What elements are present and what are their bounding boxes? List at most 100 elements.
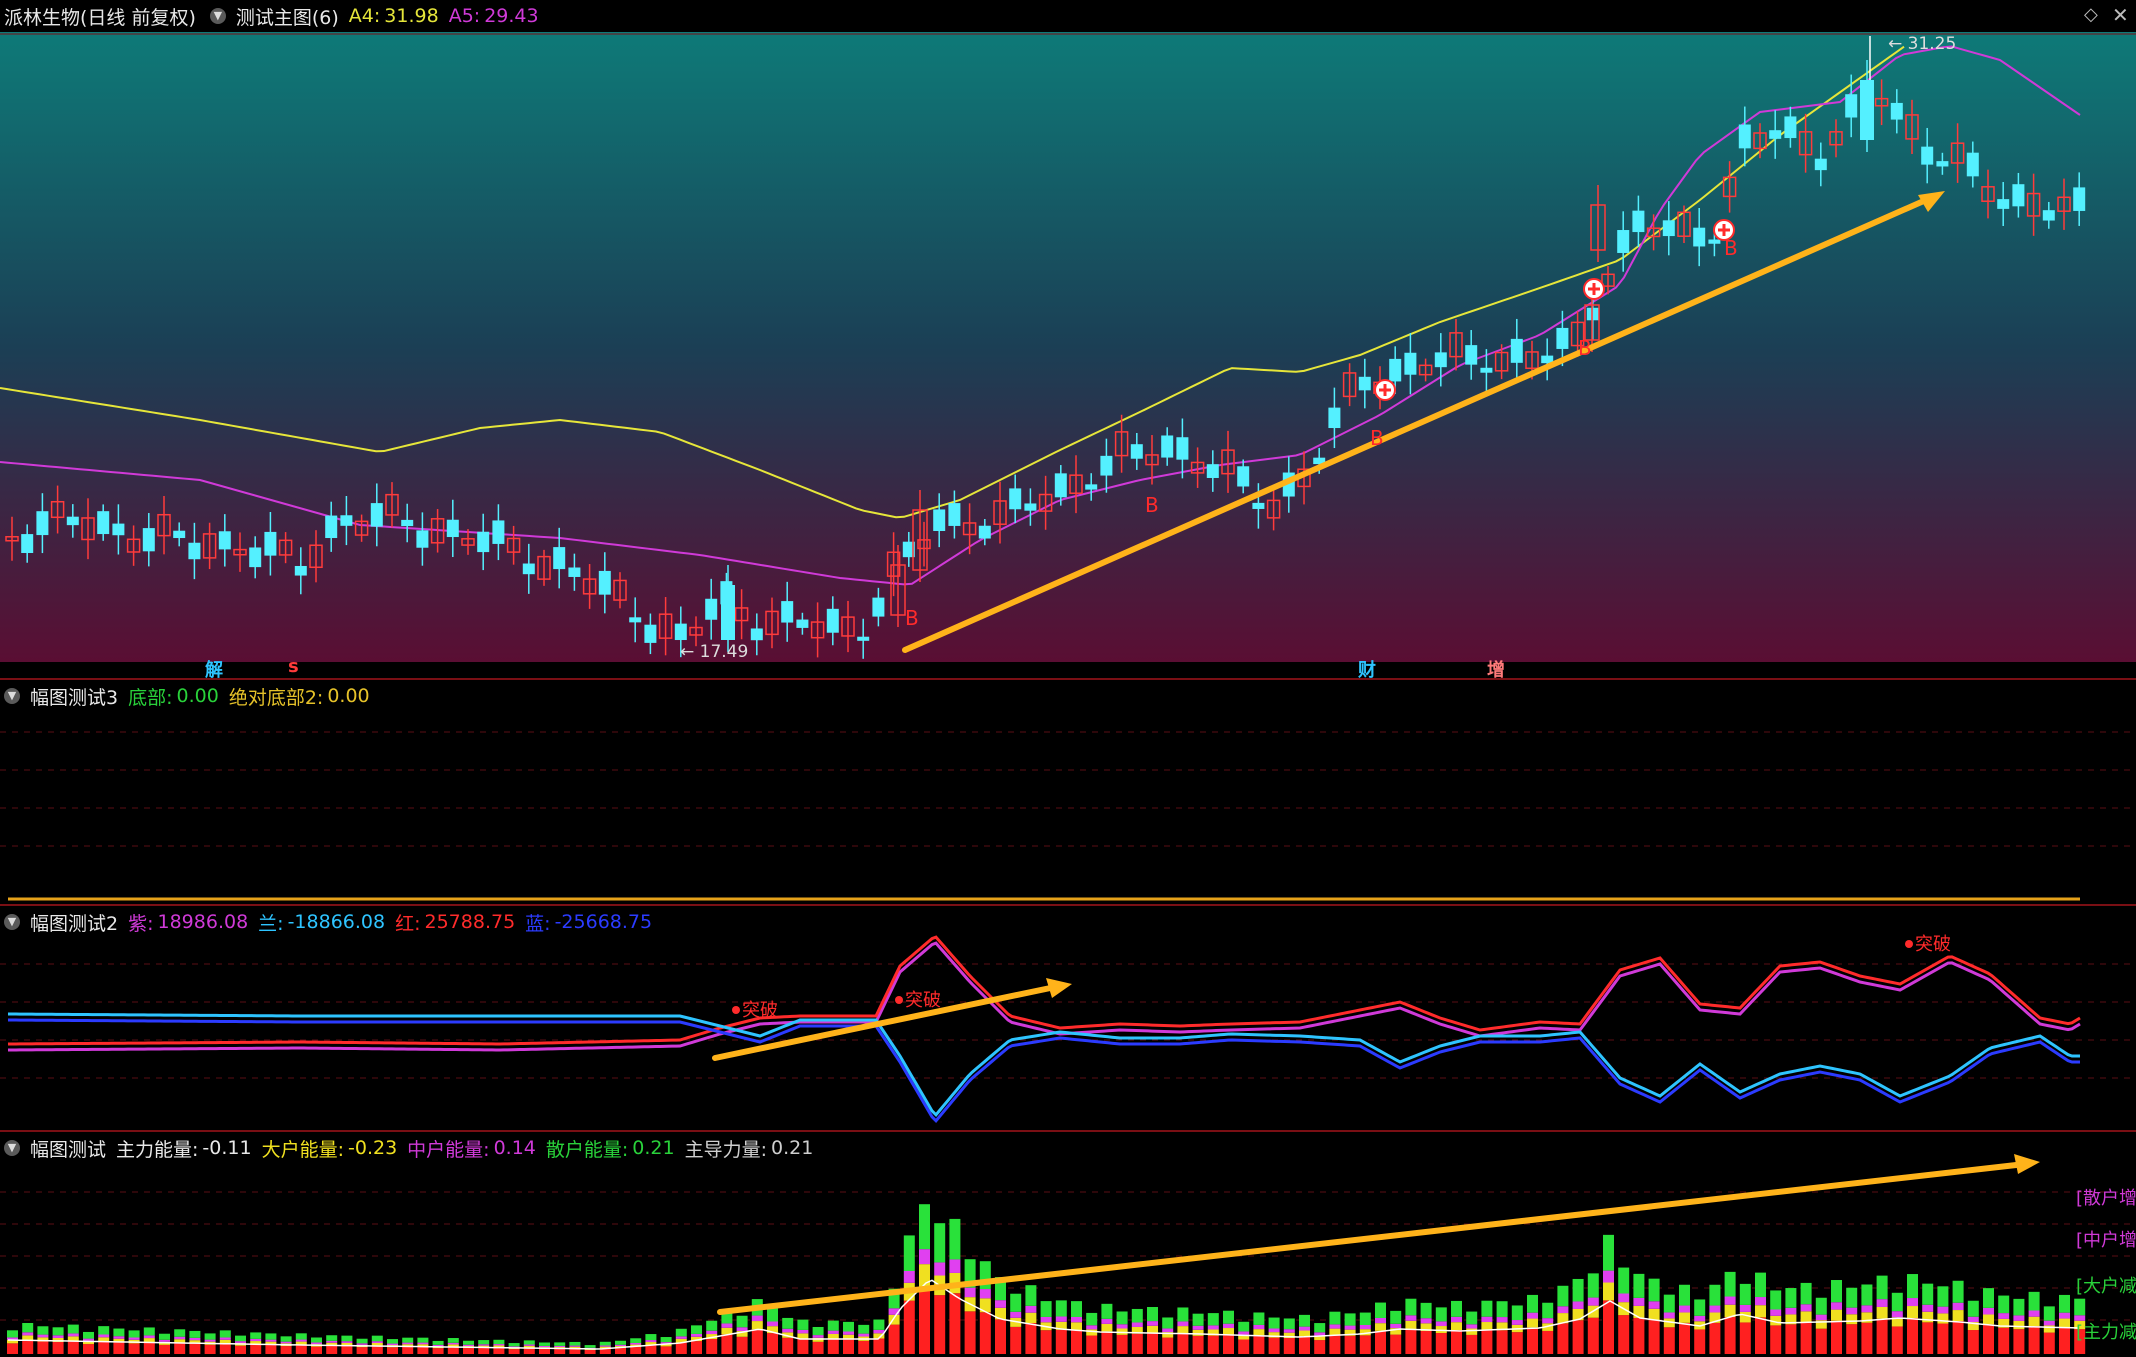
retail-energy-bar [615, 1340, 626, 1345]
mid-energy-bar [1542, 1318, 1554, 1324]
candle-down [1085, 484, 1098, 490]
diamond-icon[interactable]: ◇ [2084, 4, 2098, 25]
main-energy-bar [1162, 1337, 1174, 1354]
mid-energy-bar [478, 1344, 490, 1346]
retail-energy-bar [782, 1317, 794, 1329]
big-energy-bar [1299, 1330, 1310, 1337]
candle-down [218, 531, 231, 550]
event-label[interactable]: s [288, 656, 299, 677]
candle-down [1708, 239, 1721, 244]
candle-down [2012, 184, 2025, 207]
main-energy-bar [949, 1293, 961, 1354]
close-icon[interactable]: ✕ [2112, 3, 2129, 27]
candle-down [477, 531, 490, 553]
event-label[interactable]: 财 [1358, 656, 1376, 678]
big-energy-bar [797, 1333, 809, 1339]
mid-energy-bar [1162, 1328, 1174, 1333]
retail-energy-bar [1572, 1278, 1584, 1302]
retail-energy-bar [1694, 1299, 1706, 1316]
stock-name[interactable]: 派林生物(日线 前复权) [4, 3, 196, 30]
candle-down [1404, 352, 1417, 375]
main-energy-bar [1359, 1335, 1371, 1354]
mid-energy-bar [1147, 1321, 1158, 1326]
panel2-title[interactable]: 幅图测试2 [30, 909, 118, 936]
candle-down [781, 601, 794, 623]
mid-energy-bar [432, 1344, 444, 1347]
candle-down [1054, 473, 1067, 498]
retail-energy-bar [1648, 1278, 1660, 1302]
candle-down [1556, 327, 1569, 349]
main-energy-bar [113, 1342, 125, 1354]
indicator-name[interactable]: 测试主图(6) [236, 3, 339, 30]
panel2-menu-icon[interactable]: ▼ [4, 914, 20, 930]
panel3-menu-icon[interactable]: ▼ [4, 1140, 20, 1156]
breakout-marker [732, 1006, 740, 1014]
main-energy-bar [1101, 1331, 1113, 1354]
retail-energy-bar [1952, 1280, 1964, 1303]
panel1-label1: 底部: [128, 686, 173, 709]
mid-energy-bar [1891, 1311, 1903, 1318]
retail-energy-bar [1739, 1283, 1751, 1305]
mid-energy-bar [706, 1330, 718, 1335]
main-energy-bar [1405, 1329, 1417, 1354]
mid-energy-bar [615, 1344, 626, 1347]
retail-energy-bar [1785, 1288, 1797, 1308]
main-energy-bar [1755, 1317, 1766, 1354]
panel1-chart[interactable] [0, 680, 2136, 904]
retail-energy-bar [2013, 1298, 2025, 1316]
main-energy-bar [250, 1344, 262, 1354]
mid-energy-bar [22, 1332, 34, 1336]
retail-energy-bar [478, 1340, 490, 1345]
mid-energy-bar [858, 1333, 870, 1337]
retail-energy-bar [645, 1334, 657, 1341]
indicator-menu-icon[interactable]: ▼ [209, 8, 226, 24]
candle-down [1358, 376, 1371, 391]
mid-energy-bar [1329, 1324, 1341, 1329]
big-energy-bar [751, 1321, 763, 1330]
panel1-label2: 绝对底部2: [228, 686, 324, 709]
mid-energy-bar [827, 1330, 839, 1334]
mid-energy-bar [903, 1270, 915, 1283]
retail-energy-bar [1268, 1317, 1280, 1329]
mid-energy-bar [1557, 1306, 1569, 1314]
retail-energy-bar [1527, 1294, 1538, 1313]
main-energy-bar [1496, 1330, 1508, 1354]
panel1-menu-icon[interactable]: ▼ [4, 688, 20, 704]
event-label[interactable]: 增 [1487, 656, 1505, 678]
main-energy-bar [706, 1339, 718, 1354]
candle-down [1921, 146, 1934, 165]
panel3-chart[interactable] [0, 1132, 2136, 1357]
retail-energy-bar [843, 1321, 854, 1332]
main-energy-bar [1086, 1335, 1098, 1354]
retail-energy-bar [1724, 1271, 1736, 1297]
panel3-title[interactable]: 幅图测试 [30, 1135, 106, 1162]
mid-energy-bar [797, 1329, 809, 1334]
main-energy-bar [660, 1346, 672, 1354]
trend-arrow-head [1046, 978, 1072, 998]
retail-energy-bar [1587, 1273, 1599, 1298]
main-energy-bar [1800, 1322, 1812, 1354]
big-energy-bar [1253, 1329, 1265, 1336]
main-energy-bar [1648, 1320, 1660, 1354]
main-energy-bar [1952, 1321, 1964, 1354]
blue-label: 兰: [258, 912, 284, 935]
mid-energy-bar [873, 1329, 885, 1334]
mid-energy-bar [113, 1336, 125, 1339]
retail-energy-bar [1223, 1310, 1234, 1324]
main-energy-bar [2028, 1326, 2040, 1354]
event-label[interactable]: 解 [205, 656, 223, 678]
panel1-title[interactable]: 幅图测试3 [30, 683, 118, 710]
mid-energy-bar [250, 1338, 262, 1342]
panel2-chart[interactable]: 突破 突破突破 [0, 906, 2136, 1130]
candle-down [188, 542, 201, 560]
retail-energy-bar [159, 1333, 170, 1340]
big-energy-bar [219, 1339, 231, 1344]
main-energy-bar [843, 1339, 854, 1354]
main-energy-bar [1177, 1333, 1189, 1354]
mid-energy-bar [371, 1341, 383, 1343]
mid-energy-bar [1815, 1314, 1827, 1321]
price-chart[interactable]: BBBBB← 31.25← 17.49 [0, 0, 2136, 678]
main-energy-bar [903, 1300, 915, 1354]
energy-side-label: [大户减 [2076, 1276, 2136, 1297]
main-energy-bar [1238, 1339, 1250, 1354]
